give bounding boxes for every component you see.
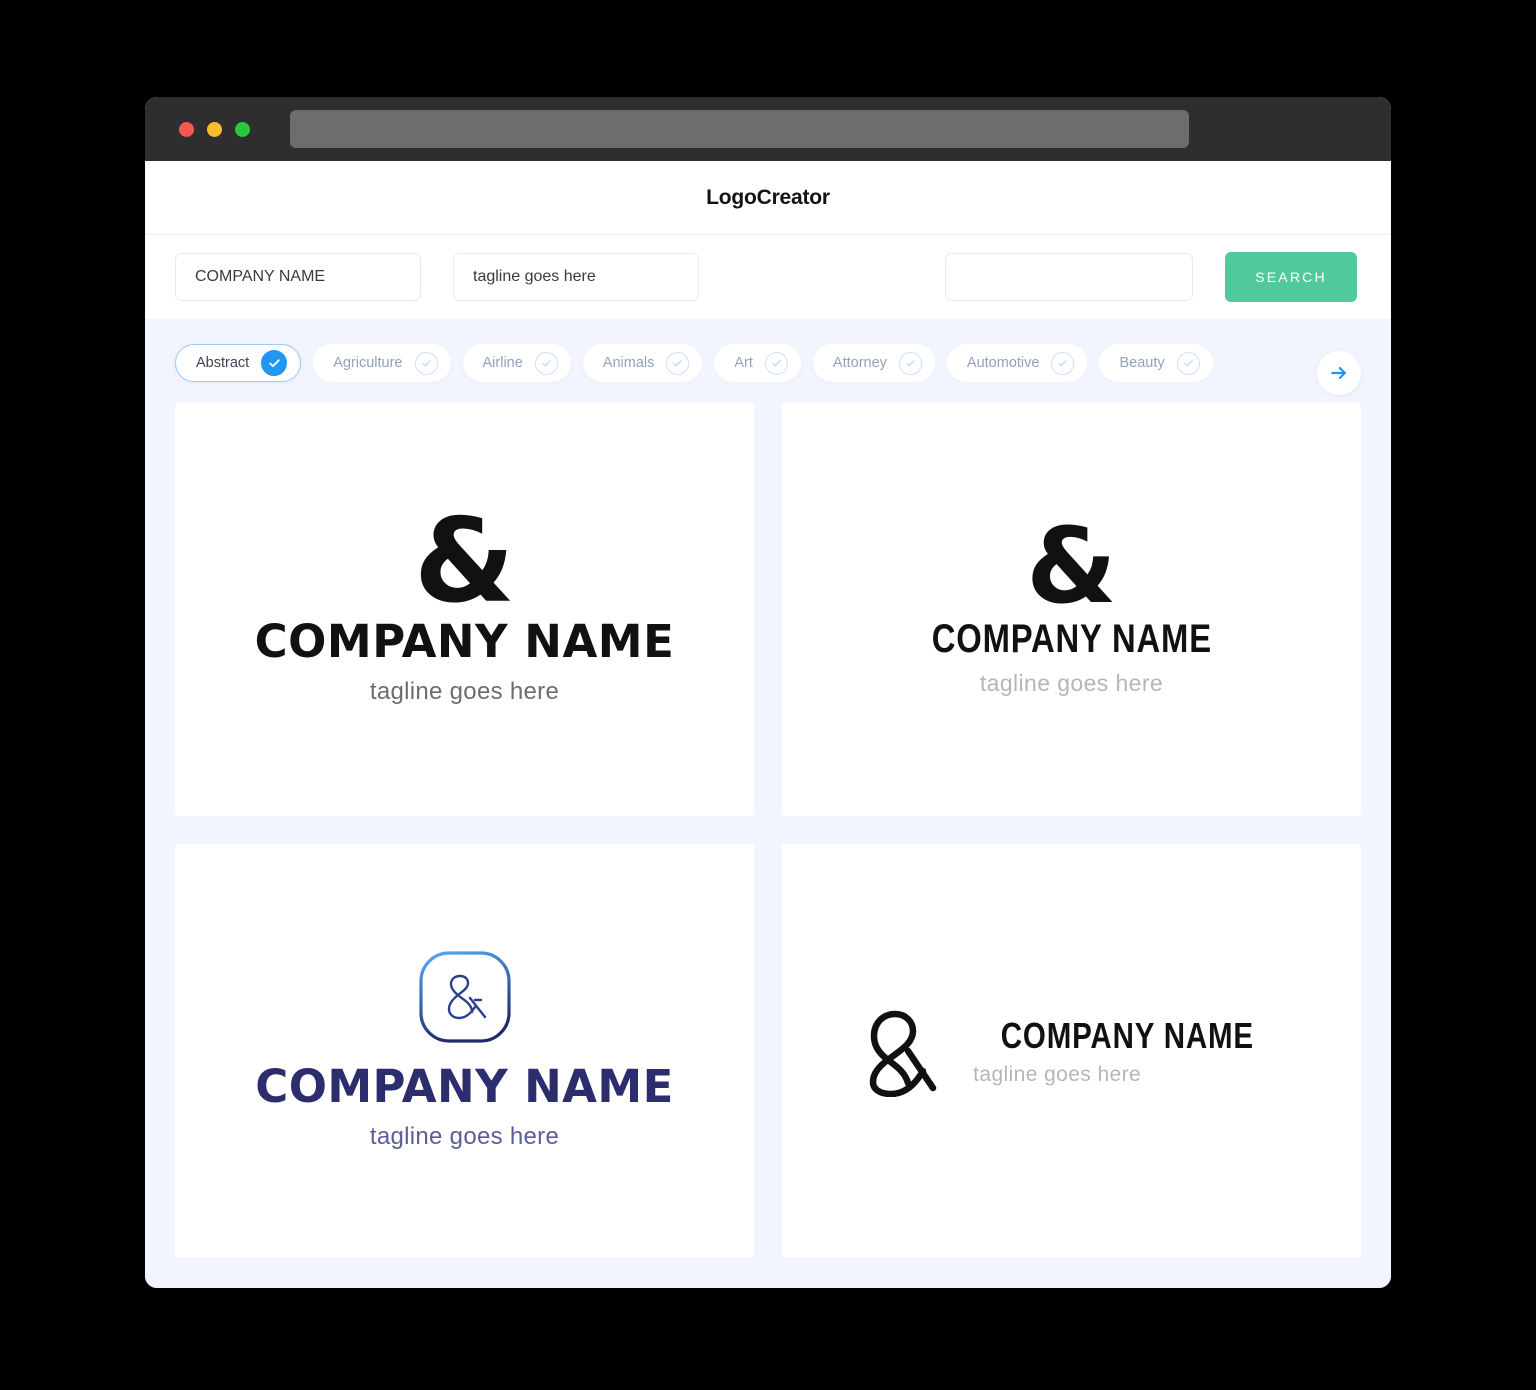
- ampersand-badge-icon: [418, 950, 512, 1044]
- category-chip-label: Animals: [602, 355, 655, 371]
- category-chip-attorney[interactable]: Attorney: [812, 344, 935, 382]
- logo-card[interactable]: COMPANY NAME tagline goes here: [782, 844, 1361, 1257]
- category-chip-beauty[interactable]: Beauty: [1099, 344, 1213, 382]
- app-header: LogoCreator: [145, 161, 1391, 235]
- category-chip-label: Beauty: [1119, 355, 1165, 371]
- logo-tagline: tagline goes here: [369, 678, 560, 706]
- logo-company-name: COMPANY NAME: [255, 1060, 674, 1113]
- category-chip-automotive[interactable]: Automotive: [946, 344, 1088, 382]
- logo-tagline: tagline goes here: [369, 1123, 560, 1150]
- category-filter-bar: Abstract Agriculture Airline Animals Art…: [175, 319, 1361, 395]
- check-circle-icon: [666, 351, 690, 375]
- check-circle-icon: [1176, 351, 1200, 375]
- traffic-lights: [179, 121, 250, 137]
- content-area: Abstract Agriculture Airline Animals Art…: [145, 319, 1391, 1288]
- logo-card[interactable]: & COMPANY NAME tagline goes here: [782, 403, 1361, 816]
- category-chip-abstract[interactable]: Abstract: [175, 344, 302, 382]
- check-circle-icon: [898, 351, 922, 375]
- check-circle-icon: [261, 350, 288, 376]
- category-chip-label: Agriculture: [333, 355, 403, 371]
- address-bar-input[interactable]: [290, 110, 1189, 148]
- check-circle-icon: [414, 351, 438, 375]
- logo-tagline: tagline goes here: [973, 1062, 1142, 1086]
- browser-window: LogoCreator SEARCH Abstract Agriculture: [145, 97, 1391, 1288]
- ampersand-symbol: &: [1026, 505, 1117, 628]
- logo-company-name-text: COMPANY NAME: [1000, 1014, 1255, 1056]
- company-name-input[interactable]: [175, 253, 421, 301]
- category-chip-label: Automotive: [966, 355, 1040, 371]
- category-chip-art[interactable]: Art: [714, 344, 801, 382]
- logo-company-name: COMPANY NAME: [973, 1015, 1282, 1057]
- category-chip-label: Airline: [482, 355, 523, 371]
- logo-tagline: tagline goes here: [979, 669, 1164, 696]
- logo-results-grid: & COMPANY NAME tagline goes here & COMPA…: [175, 403, 1361, 1257]
- logo-preview-1: & COMPANY NAME tagline goes here: [254, 493, 675, 707]
- ampersand-symbol: &: [413, 493, 516, 629]
- tagline-input[interactable]: [453, 253, 699, 301]
- logo-preview-3: COMPANY NAME tagline goes here: [255, 950, 673, 1151]
- keyword-input[interactable]: [945, 253, 1193, 301]
- search-toolbar: SEARCH: [145, 235, 1391, 319]
- minimize-window-button[interactable]: [207, 121, 222, 137]
- maximize-window-button[interactable]: [235, 121, 250, 137]
- check-circle-icon: [764, 351, 788, 375]
- page-title: LogoCreator: [706, 185, 830, 209]
- next-categories-button[interactable]: [1317, 351, 1361, 395]
- category-chip-airline[interactable]: Airline: [462, 344, 571, 382]
- logo-text-block: COMPANY NAME tagline goes here: [973, 1015, 1282, 1087]
- search-button[interactable]: SEARCH: [1225, 252, 1357, 302]
- category-chip-agriculture[interactable]: Agriculture: [313, 344, 451, 382]
- browser-titlebar: [145, 97, 1391, 161]
- logo-company-name-text: COMPANY NAME: [931, 616, 1212, 661]
- category-chip-label: Art: [734, 355, 753, 371]
- logo-preview-4: COMPANY NAME tagline goes here: [861, 999, 1282, 1102]
- arrow-right-icon: [1331, 366, 1346, 380]
- logo-card[interactable]: & COMPANY NAME tagline goes here: [175, 403, 754, 816]
- logo-company-name: COMPANY NAME: [254, 615, 675, 669]
- logo-company-name: COMPANY NAME: [901, 617, 1243, 662]
- category-chip-label: Attorney: [832, 355, 887, 371]
- logo-card[interactable]: COMPANY NAME tagline goes here: [175, 844, 754, 1257]
- check-circle-icon: [534, 351, 558, 375]
- logo-preview-2: & COMPANY NAME tagline goes here: [901, 505, 1243, 696]
- category-chip-animals[interactable]: Animals: [582, 344, 703, 382]
- check-circle-icon: [1051, 351, 1075, 375]
- ampersand-outline-icon: [861, 999, 939, 1102]
- category-chip-label: Abstract: [196, 355, 250, 371]
- close-window-button[interactable]: [179, 121, 194, 137]
